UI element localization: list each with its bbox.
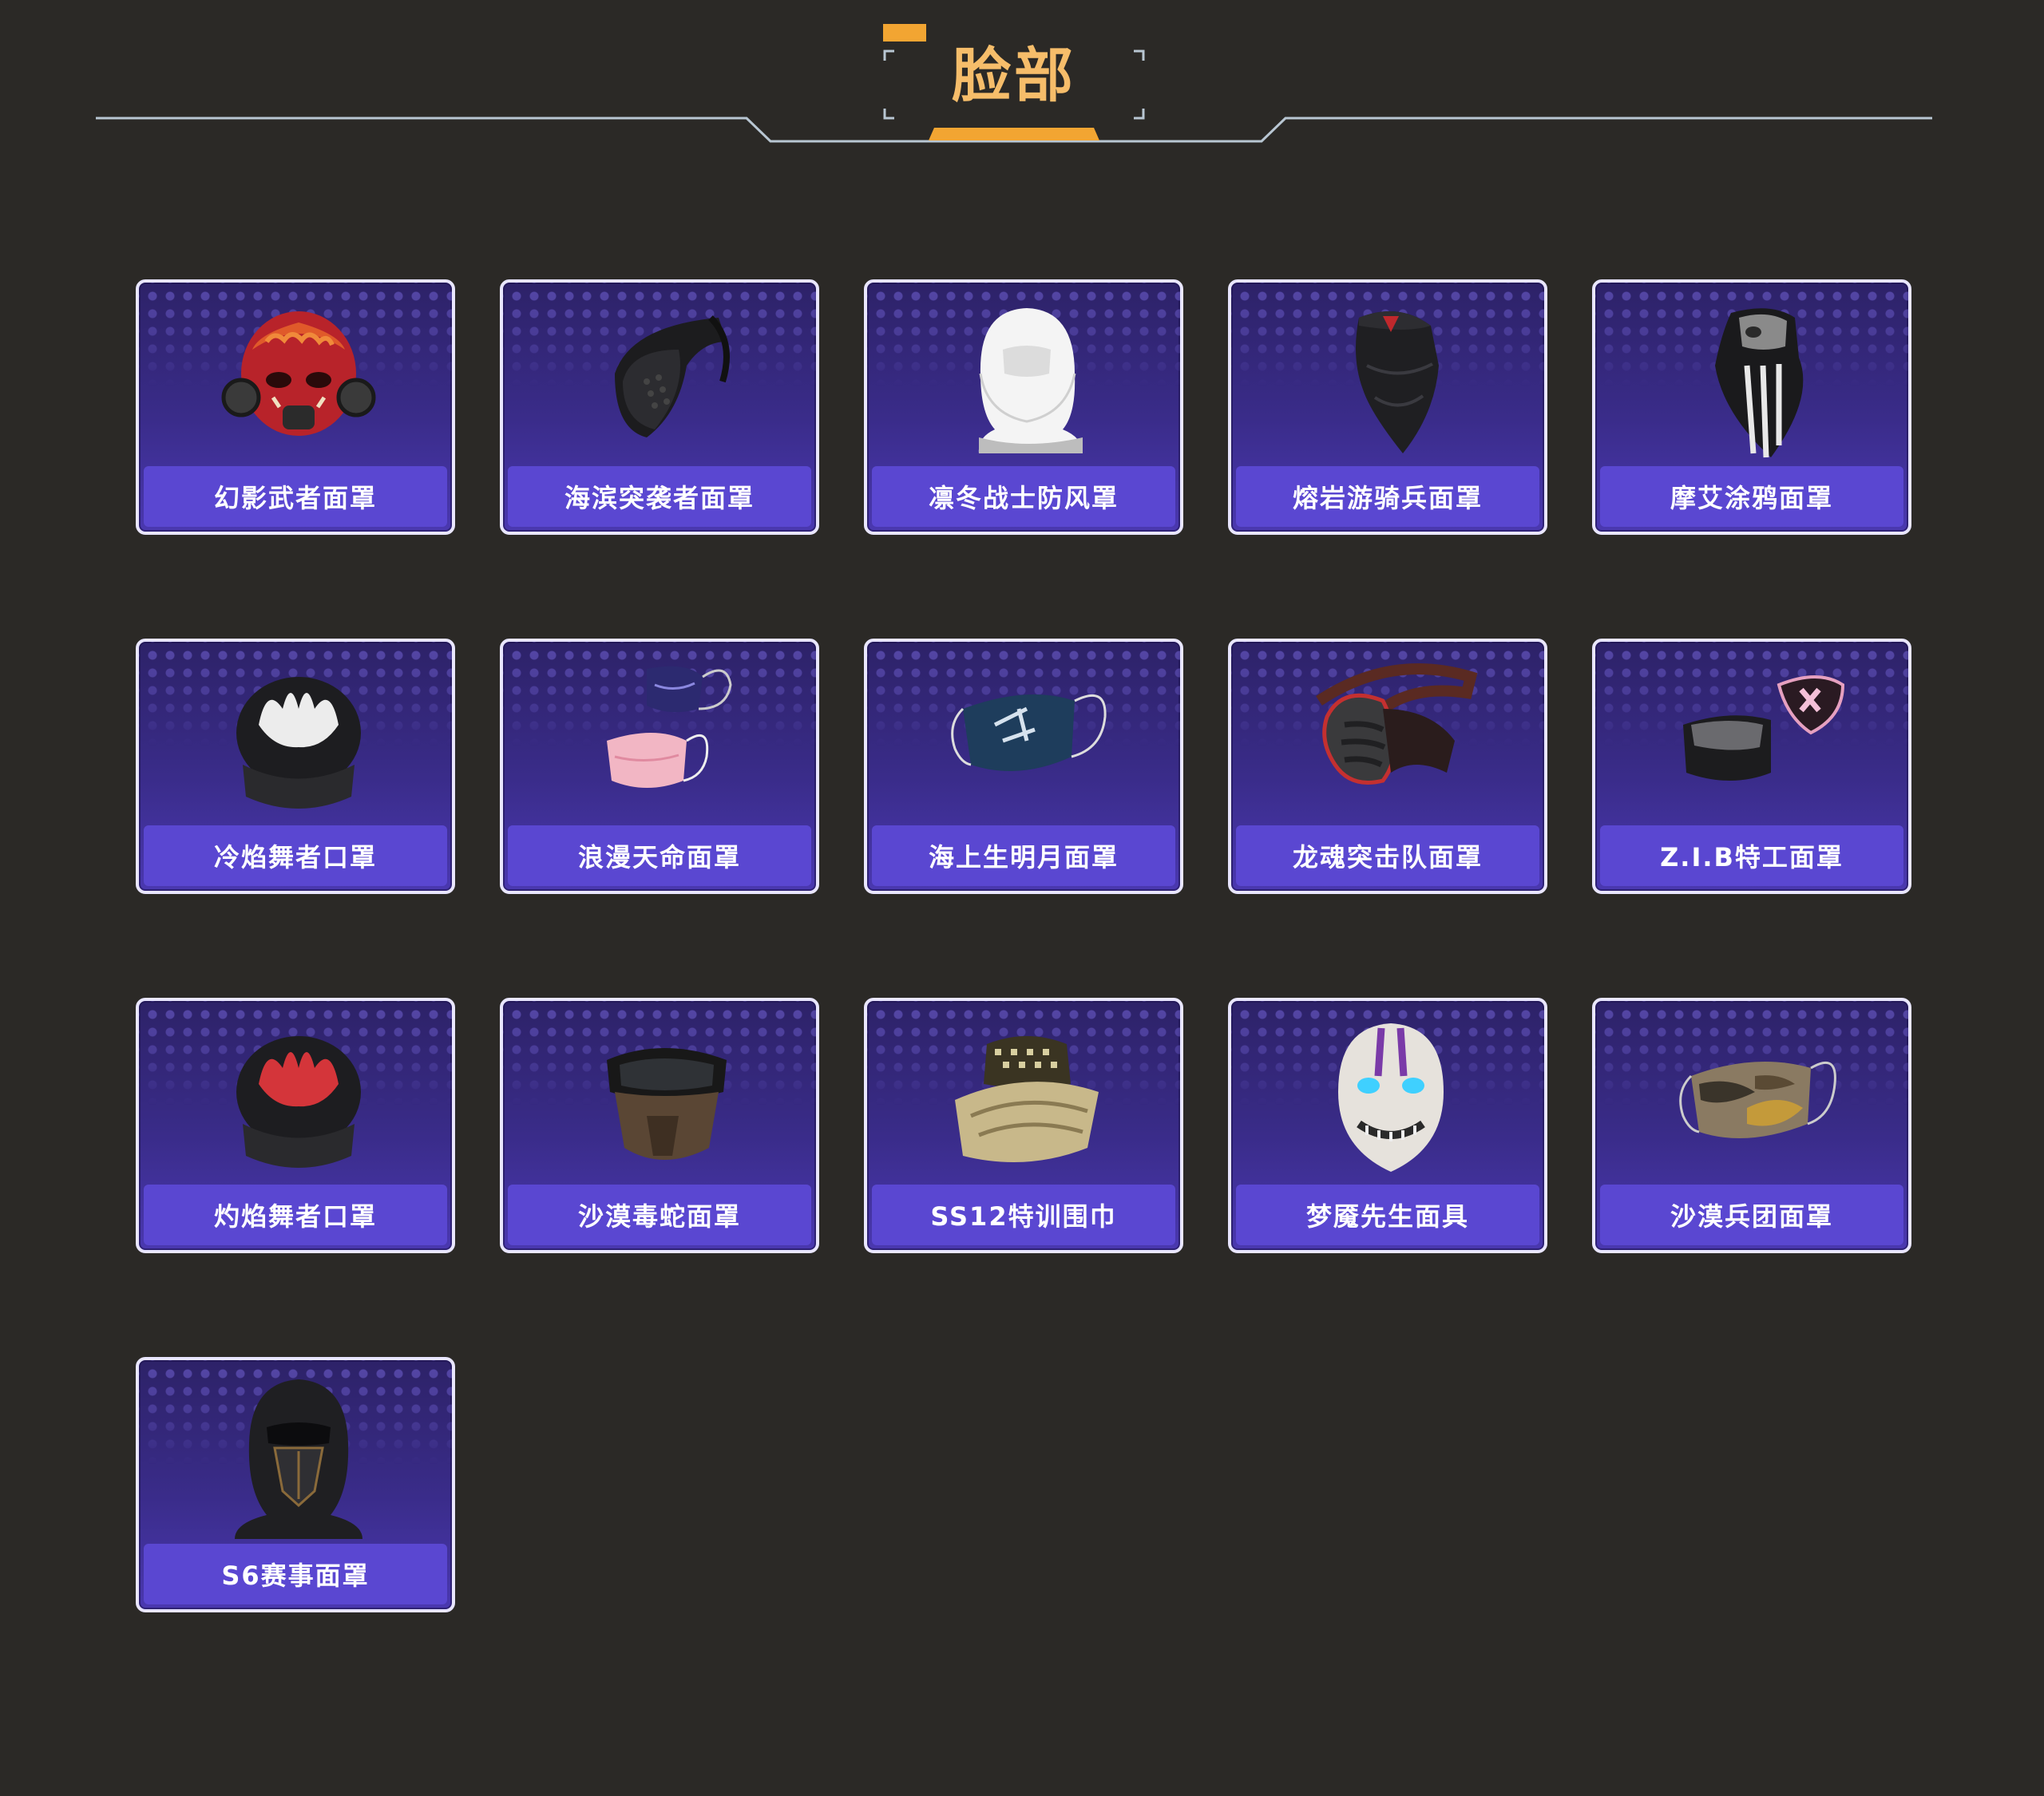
item-card[interactable]: 海滨突袭者面罩 — [500, 279, 819, 535]
goggles-tactical-mask-icon — [567, 1012, 759, 1188]
black-half-face-mask-icon — [567, 294, 759, 469]
item-name: 摩艾涂鸦面罩 — [1670, 483, 1833, 513]
item-card[interactable]: 灼焰舞者口罩 — [136, 998, 455, 1253]
item-name: 龙魂突击队面罩 — [1292, 842, 1483, 872]
item-label-bar: 浪漫天命面罩 — [508, 825, 811, 886]
item-card[interactable]: 海上生明月面罩 — [864, 639, 1183, 894]
shemagh-scarf-icon — [931, 1012, 1123, 1188]
item-name: 浪漫天命面罩 — [577, 842, 741, 872]
item-name: 灼焰舞者口罩 — [213, 1201, 377, 1232]
item-card[interactable]: 幻影武者面罩 — [136, 279, 455, 535]
white-balaclava-icon — [931, 294, 1123, 469]
item-label-bar: 海上生明月面罩 — [872, 825, 1175, 886]
item-card[interactable]: 浪漫天命面罩 — [500, 639, 819, 894]
item-card[interactable]: 龙魂突击队面罩 — [1228, 639, 1547, 894]
item-label-bar: 龙魂突击队面罩 — [1236, 825, 1539, 886]
item-label-bar: 凛冬战士防风罩 — [872, 466, 1175, 527]
item-name: SS12特训围巾 — [930, 1201, 1117, 1232]
item-name: 熔岩游骑兵面罩 — [1292, 483, 1483, 513]
item-name: 幻影武者面罩 — [213, 483, 377, 513]
item-card[interactable]: 熔岩游骑兵面罩 — [1228, 279, 1547, 535]
item-card[interactable]: 凛冬战士防风罩 — [864, 279, 1183, 535]
item-label-bar: 沙漠兵团面罩 — [1600, 1185, 1903, 1245]
item-label-bar: 冷焰舞者口罩 — [144, 825, 447, 886]
camo-cloth-mask-icon — [1659, 1012, 1851, 1188]
striped-bandana-mask-icon — [1659, 294, 1851, 469]
item-name: 沙漠兵团面罩 — [1670, 1201, 1833, 1232]
item-label-bar: 幻影武者面罩 — [144, 466, 447, 527]
item-name: Z.I.B特工面罩 — [1660, 842, 1844, 872]
item-name: 凛冬战士防风罩 — [928, 483, 1119, 513]
gaiter-with-patch-icon — [1659, 653, 1851, 829]
item-card[interactable]: 沙漠毒蛇面罩 — [500, 998, 819, 1253]
white-flame-neck-gaiter-icon — [203, 653, 394, 829]
item-name: 海上生明月面罩 — [928, 842, 1119, 872]
item-name: 海滨突袭者面罩 — [564, 483, 755, 513]
item-name: S6赛事面罩 — [221, 1561, 370, 1591]
red-flame-neck-gaiter-icon — [203, 1012, 394, 1188]
black-ninja-hood-icon — [203, 1371, 394, 1547]
black-bandana-mask-icon — [1295, 294, 1487, 469]
item-label-bar: 沙漠毒蛇面罩 — [508, 1185, 811, 1245]
header-accent-bar — [929, 128, 1099, 140]
item-card[interactable]: S6赛事面罩 — [136, 1357, 455, 1612]
item-card[interactable]: Z.I.B特工面罩 — [1592, 639, 1911, 894]
blue-cloth-mask-icon — [931, 653, 1123, 829]
item-label-bar: 梦魇先生面具 — [1236, 1185, 1539, 1245]
purple-pink-cloth-masks-icon — [567, 653, 759, 829]
item-card[interactable]: SS12特训围巾 — [864, 998, 1183, 1253]
red-oni-gas-mask-icon — [203, 294, 394, 469]
nightmare-face-mask-icon — [1295, 1012, 1487, 1188]
page-title: 脸部 — [952, 42, 1076, 110]
item-card[interactable]: 沙漠兵团面罩 — [1592, 998, 1911, 1253]
item-label-bar: Z.I.B特工面罩 — [1600, 825, 1903, 886]
item-grid: 幻影武者面罩 海滨突袭者面罩 凛冬战士防风罩 熔岩游骑兵面罩 摩艾涂鸦面罩 冷焰… — [136, 279, 1913, 1612]
item-card[interactable]: 摩艾涂鸦面罩 — [1592, 279, 1911, 535]
item-label-bar: 摩艾涂鸦面罩 — [1600, 466, 1903, 527]
item-card[interactable]: 冷焰舞者口罩 — [136, 639, 455, 894]
item-label-bar: 海滨突袭者面罩 — [508, 466, 811, 527]
red-tactical-mask-icon — [1295, 653, 1487, 829]
item-card[interactable]: 梦魇先生面具 — [1228, 998, 1547, 1253]
item-label-bar: SS12特训围巾 — [872, 1185, 1175, 1245]
item-name: 冷焰舞者口罩 — [213, 842, 377, 872]
item-label-bar: S6赛事面罩 — [144, 1544, 447, 1604]
item-label-bar: 灼焰舞者口罩 — [144, 1185, 447, 1245]
section-header: 脸部 — [0, 0, 2044, 160]
item-name: 沙漠毒蛇面罩 — [577, 1201, 741, 1232]
item-name: 梦魇先生面具 — [1305, 1201, 1469, 1232]
item-label-bar: 熔岩游骑兵面罩 — [1236, 466, 1539, 527]
